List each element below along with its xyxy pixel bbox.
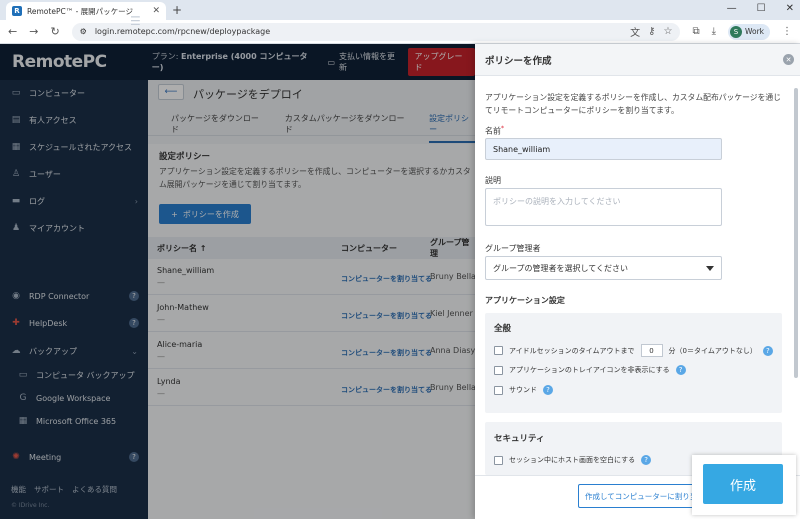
hamburger-menu-icon[interactable]: ☰ bbox=[130, 14, 141, 28]
profile-button[interactable]: S Work bbox=[728, 23, 770, 40]
download-icon[interactable]: ⤓ bbox=[712, 26, 716, 37]
close-icon[interactable]: ✕ bbox=[783, 54, 794, 65]
modal-overlay[interactable] bbox=[0, 44, 475, 519]
blank-screen-option: セッション中にホスト画面を空白にする ? bbox=[494, 455, 652, 465]
help-icon[interactable]: ? bbox=[675, 365, 686, 375]
translate-icon[interactable]: 文 bbox=[630, 24, 640, 39]
profile-label: Work bbox=[745, 27, 764, 36]
help-icon[interactable]: ? bbox=[641, 455, 652, 465]
name-label-text: 名前 bbox=[485, 126, 501, 136]
help-icon[interactable]: ? bbox=[762, 345, 773, 356]
window-controls: — ☐ ✕ bbox=[727, 3, 794, 14]
group-admin-select[interactable]: グループの管理者を選択してください bbox=[485, 256, 722, 280]
bookmark-star-icon[interactable]: ☆ bbox=[663, 26, 672, 37]
create-button[interactable]: 作成 bbox=[703, 464, 783, 504]
idle-timeout-option: アイドルセッションのタイムアウトまで 0 分（0＝タイムアウトなし） ? bbox=[494, 344, 773, 357]
create-and-assign-button[interactable]: 作成してコンピューターに割り当てる bbox=[578, 484, 698, 508]
hide-tray-option: アプリケーションのトレイアイコンを非表示にする ? bbox=[494, 365, 686, 375]
app-settings-heading: アプリケーション設定 bbox=[485, 296, 565, 305]
browser-toolbar: ← → ↻ ⚙ login.remotepc.com/rpcnew/deploy… bbox=[0, 20, 800, 44]
sound-option: サウンド ? bbox=[494, 385, 553, 395]
idle-timeout-input[interactable]: 0 bbox=[640, 344, 663, 357]
idle-timeout-unit: 分（0＝タイムアウトなし） bbox=[668, 346, 757, 355]
idle-timeout-label: アイドルセッションのタイムアウトまで bbox=[509, 346, 635, 355]
browser-menu-icon[interactable]: ⋮ bbox=[782, 26, 792, 37]
minimize-icon[interactable]: — bbox=[727, 3, 737, 14]
name-field[interactable]: Shane_william bbox=[485, 138, 722, 160]
group-admin-label: グループ管理者 bbox=[485, 244, 541, 253]
general-panel bbox=[485, 313, 782, 413]
blank-screen-checkbox[interactable] bbox=[494, 455, 503, 465]
drawer-title: ポリシーを作成 bbox=[485, 55, 552, 67]
maximize-icon[interactable]: ☐ bbox=[757, 3, 766, 14]
close-tab-icon[interactable]: ✕ bbox=[152, 6, 160, 16]
required-mark: * bbox=[501, 125, 504, 132]
remotepc-favicon-icon: R bbox=[12, 6, 22, 16]
sound-checkbox[interactable] bbox=[494, 385, 503, 395]
name-label: 名前* bbox=[485, 125, 504, 137]
address-bar[interactable]: ⚙ login.remotepc.com/rpcnew/deploypackag… bbox=[71, 22, 681, 41]
help-icon[interactable]: ? bbox=[543, 385, 553, 395]
forward-icon[interactable]: → bbox=[29, 25, 38, 38]
drawer-header: ポリシーを作成 bbox=[475, 44, 800, 76]
extensions-icon[interactable]: ⧉ bbox=[692, 26, 699, 37]
avatar: S bbox=[730, 25, 742, 38]
idle-timeout-checkbox[interactable] bbox=[494, 346, 503, 355]
security-title: セキュリティ bbox=[494, 434, 545, 444]
browser-tab[interactable]: R RemotePC™ - 展開パッケージ ✕ bbox=[6, 2, 166, 20]
password-key-icon[interactable]: ⚷ bbox=[648, 26, 655, 37]
drawer-scrollbar[interactable] bbox=[794, 88, 798, 378]
group-admin-value: グループの管理者を選択してください bbox=[493, 263, 629, 273]
close-window-icon[interactable]: ✕ bbox=[786, 3, 794, 14]
description-label: 説明 bbox=[485, 176, 501, 185]
drawer-description: アプリケーション設定を定義するポリシーを作成し、カスタム配布パッケージを通じてリ… bbox=[485, 93, 781, 115]
caret-down-icon bbox=[706, 265, 714, 271]
back-icon[interactable]: ← bbox=[8, 25, 17, 38]
hide-tray-label: アプリケーションのトレイアイコンを非表示にする bbox=[509, 366, 670, 374]
sound-label: サウンド bbox=[509, 386, 537, 394]
site-info-icon[interactable]: ⚙ bbox=[80, 27, 87, 36]
url-text: login.remotepc.com/rpcnew/deploypackage bbox=[94, 27, 271, 36]
general-title: 全般 bbox=[494, 324, 512, 334]
hide-tray-checkbox[interactable] bbox=[494, 365, 503, 375]
blank-screen-label: セッション中にホスト画面を空白にする bbox=[509, 456, 636, 464]
description-field[interactable]: ポリシーの説明を入力してください bbox=[485, 188, 722, 226]
new-tab-icon[interactable]: + bbox=[172, 3, 182, 17]
reload-icon[interactable]: ↻ bbox=[50, 25, 59, 38]
